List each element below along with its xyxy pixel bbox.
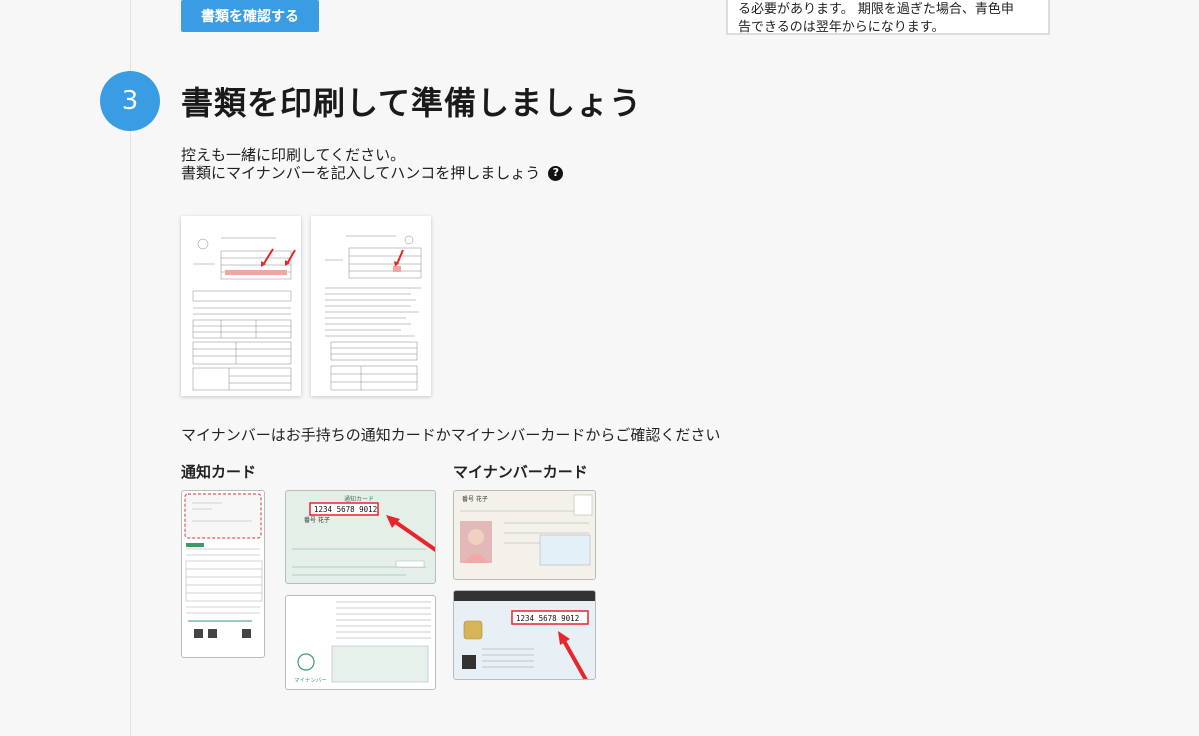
step-number-badge: 3 [100,71,160,131]
step-title: 書類を印刷して準備しましょう [181,84,643,122]
notice-document-illustration [184,493,263,638]
notice-name-sample: 番号 花子 [304,516,330,524]
document-thumbnail-2[interactable] [311,216,431,396]
confirm-documents-button[interactable]: 書類を確認する [181,0,319,32]
notice-card-document-image [181,490,265,658]
note-line-1: る必要があります。 期限を過ぎた場合、青色申 [738,2,1014,17]
notice-card-front-illustration: 通知カード 1234 5678 9012 番号 花子 [292,495,435,576]
notice-card-back-illustration: マイナンバー [294,601,431,684]
tax-form-illustration [192,237,296,391]
mynumber-note: マイナンバーはお手持ちの通知カードかマイナンバーカードからご確認ください [181,426,721,444]
tax-form-illustration [325,235,422,391]
note-line-2: 告できるのは翌年からになります。 [738,20,945,35]
mynumber-card-front-illustration: 番号 花子 [460,494,593,566]
mynumber-card-back-illustration: 1234 5678 9012 [454,591,595,679]
notice-card-back-image: マイナンバー [285,595,436,690]
step-description: 控えも一緒に印刷してください。 書類にマイナンバーを記入してハンコを押しましょう… [181,146,564,182]
question-circle-icon[interactable]: ? [548,165,564,181]
notice-number-sample: 1234 5678 9012 [314,505,377,514]
deadline-note-box: る必要があります。 期限を過ぎた場合、青色申 告できるのは翌年からになります。 [726,0,1050,35]
mynumber-card-front-image: 番号 花子 [453,490,596,580]
notice-back-caption: マイナンバー [294,677,327,684]
notice-front-header: 通知カード [344,495,374,503]
document-thumbnail-1[interactable] [181,216,301,396]
notice-card-label: 通知カード [181,463,257,481]
desc-line-1: 控えも一緒に印刷してください。 [181,146,406,164]
mynumber-card-label: マイナンバーカード [453,463,588,481]
notice-card-front-image: 通知カード 1234 5678 9012 番号 花子 [285,490,436,584]
card-number-sample: 1234 5678 9012 [516,614,579,623]
card-name-sample: 番号 花子 [462,495,488,503]
mynumber-card-back-image: 1234 5678 9012 [453,590,596,680]
desc-line-2: 書類にマイナンバーを記入してハンコを押しましょう ? [181,164,564,182]
